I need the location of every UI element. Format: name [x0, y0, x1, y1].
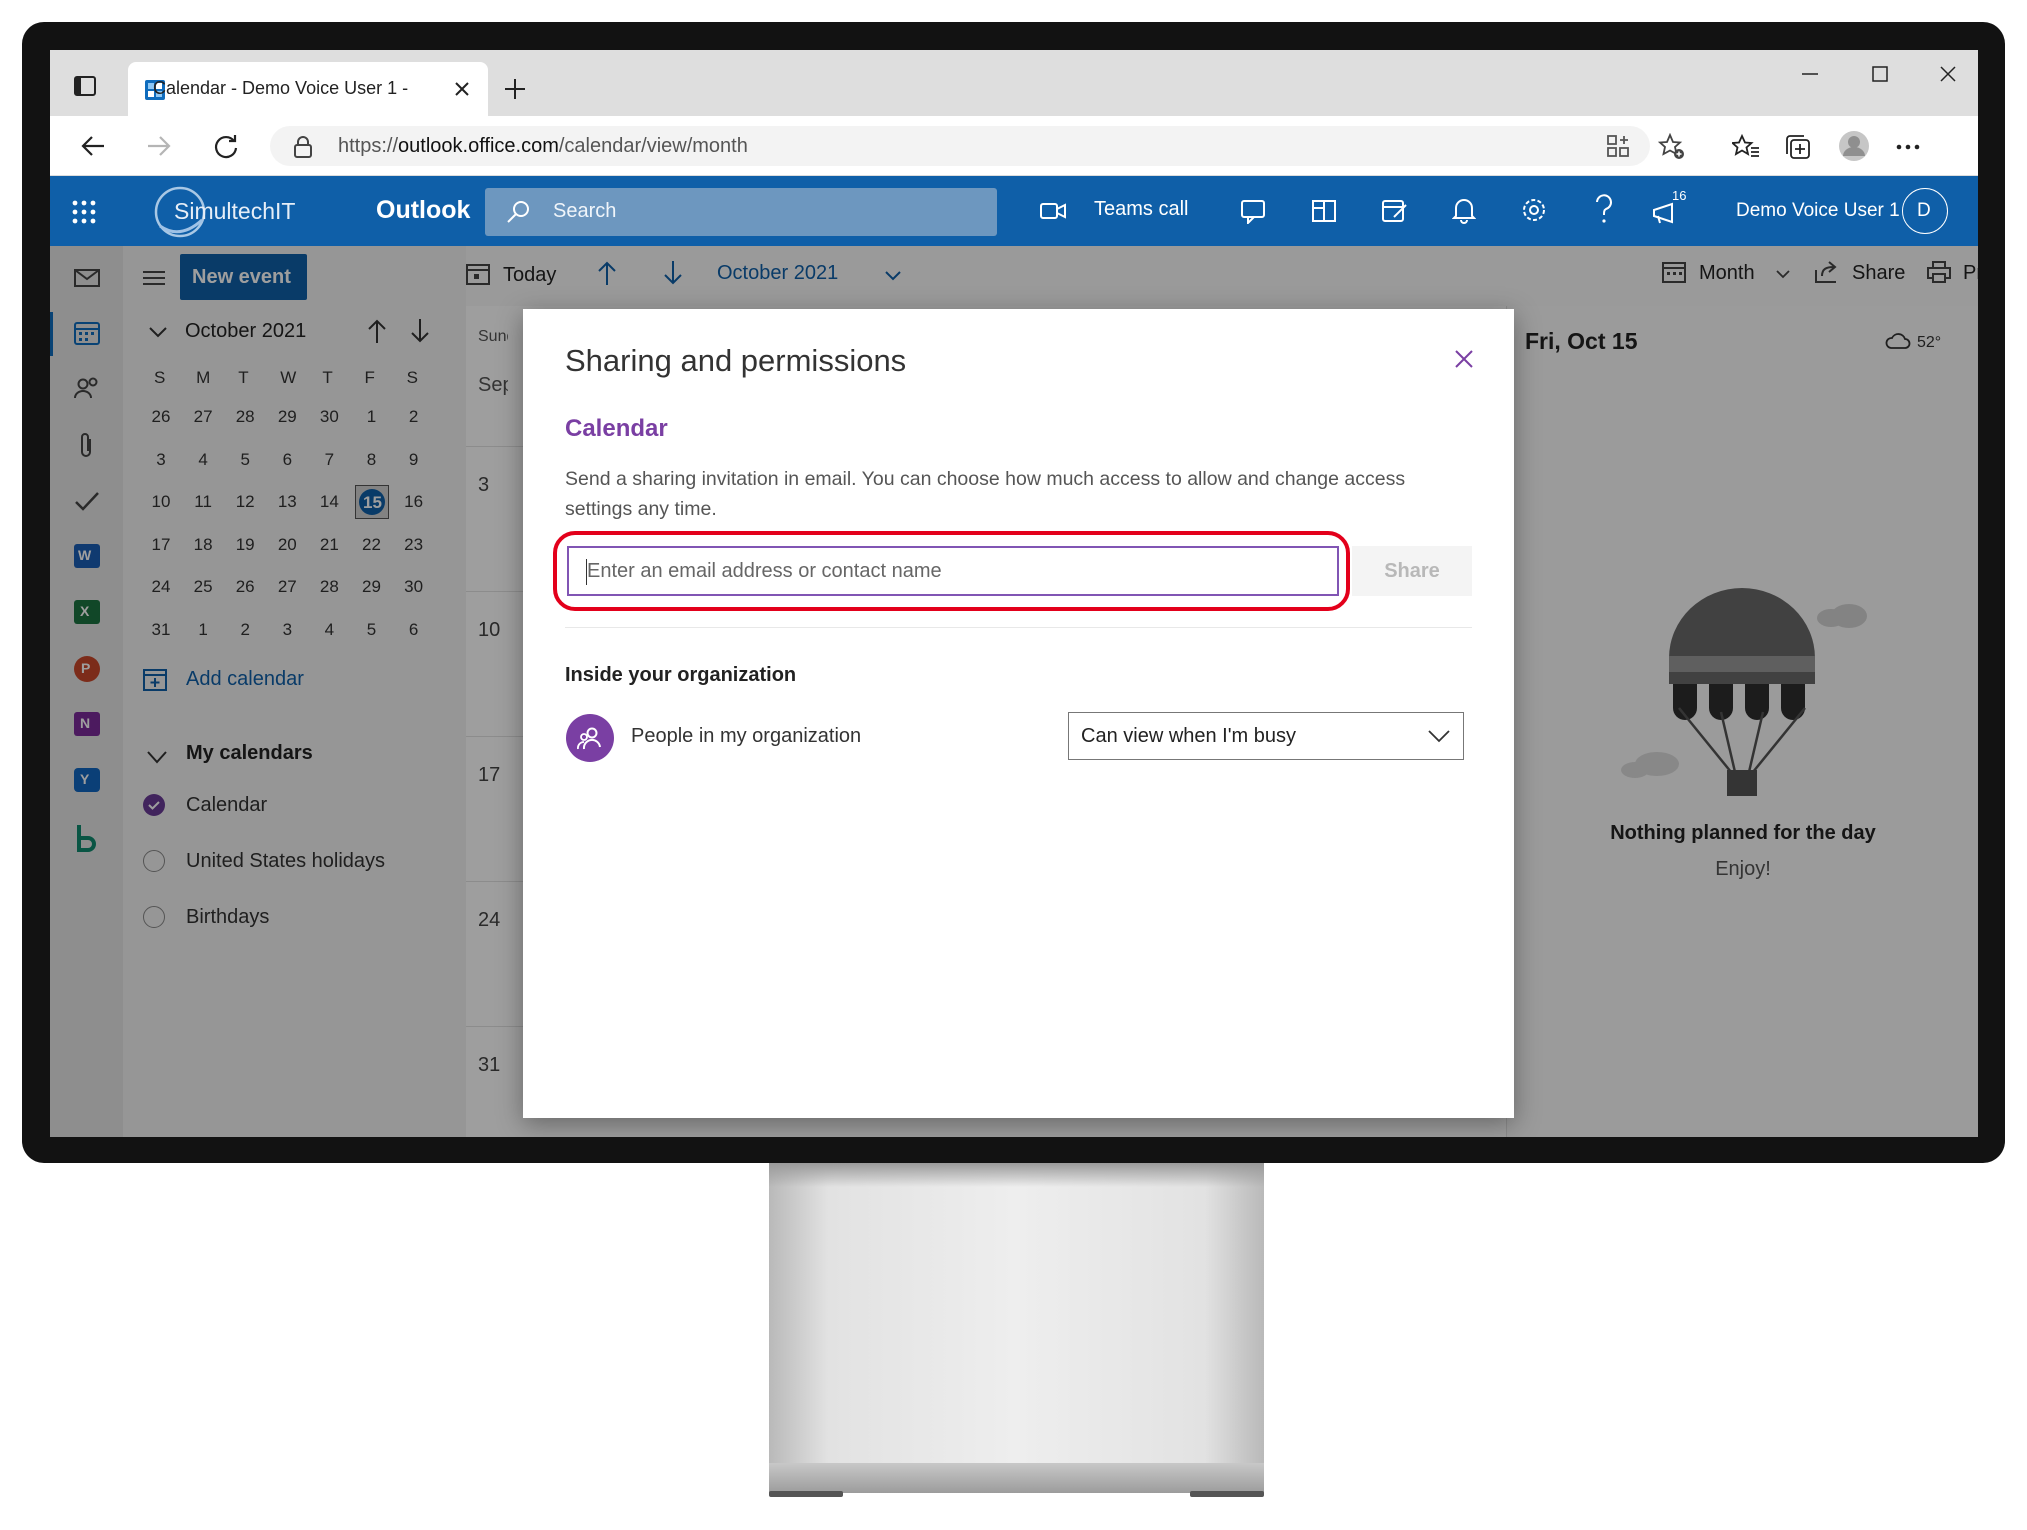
notification-count-badge: 16	[1672, 188, 1687, 203]
profile-avatar-icon[interactable]	[1838, 130, 1870, 162]
office-icon[interactable]	[1310, 198, 1338, 224]
search-placeholder: Search	[553, 200, 617, 222]
dialog-title: Sharing and permissions	[565, 343, 907, 378]
collections-icon[interactable]	[1784, 134, 1812, 160]
more-options-icon[interactable]	[1896, 144, 1920, 150]
tab-actions-icon[interactable]	[74, 76, 96, 96]
dialog-description: Send a sharing invitation in email. You …	[565, 468, 1406, 520]
screen: Calendar - Demo Voice User 1 - Outlook	[50, 50, 1978, 1137]
sharing-permissions-dialog: Sharing and permissions Calendar Send a …	[523, 309, 1514, 1118]
search-box[interactable]: Search	[485, 188, 997, 236]
my-day-icon[interactable]	[1380, 196, 1408, 224]
video-camera-icon	[1040, 202, 1066, 220]
organization-heading: Inside your organization	[565, 664, 797, 686]
permission-selected-value: Can view when I'm busy	[1081, 725, 1297, 747]
dialog-share-button[interactable]: Share	[1352, 546, 1472, 596]
monitor-stand-shadow	[769, 1163, 1264, 1187]
user-name[interactable]: Demo Voice User 1	[1736, 200, 1900, 222]
user-avatar[interactable]: D	[1902, 188, 1948, 234]
people-group-icon	[577, 725, 603, 751]
teams-call-button[interactable]: Teams call	[1094, 198, 1188, 221]
new-tab-icon[interactable]	[504, 78, 526, 100]
url-text: https://outlook.office.com/calendar/view…	[338, 135, 748, 157]
search-icon	[505, 200, 531, 224]
chat-icon[interactable]	[1240, 198, 1268, 224]
feedback-megaphone-icon[interactable]	[1652, 202, 1682, 224]
maximize-icon[interactable]	[1872, 66, 1888, 82]
monitor-stand-foot	[769, 1463, 1264, 1493]
brand-logo-text: SimultechIT	[174, 198, 296, 224]
tab-close-icon[interactable]	[454, 81, 470, 97]
permission-dropdown[interactable]: Can view when I'm busy	[1068, 712, 1464, 760]
browser-tab-bar: Calendar - Demo Voice User 1 - Outlook	[50, 50, 1978, 116]
annotation-highlight-box	[553, 531, 1350, 611]
monitor-stand	[769, 1163, 1264, 1493]
forward-arrow-icon[interactable]	[146, 134, 172, 158]
organization-avatar	[566, 714, 614, 762]
settings-gear-icon[interactable]	[1520, 196, 1548, 224]
dialog-close-icon[interactable]	[1454, 349, 1474, 369]
avatar-initial: D	[1917, 200, 1931, 221]
stand-foot-pad-left	[769, 1491, 843, 1497]
organization-name: People in my organization	[631, 725, 862, 747]
outlook-header: SimultechIT Outlook Search Teams call 16…	[50, 176, 1978, 246]
tab-title: Calendar - Demo Voice User 1 - Outlook	[153, 78, 413, 98]
notifications-bell-icon[interactable]	[1452, 196, 1476, 224]
dialog-divider	[565, 627, 1472, 628]
minimize-icon[interactable]	[1802, 72, 1818, 76]
refresh-icon[interactable]	[212, 132, 240, 160]
back-arrow-icon[interactable]	[80, 134, 106, 158]
app-launcher-icon[interactable]	[72, 200, 96, 224]
dropdown-chevron-icon	[1427, 729, 1451, 743]
favorites-icon[interactable]	[1732, 134, 1760, 160]
browser-address-bar: https://outlook.office.com/calendar/view…	[50, 116, 1978, 176]
app-name[interactable]: Outlook	[376, 196, 470, 225]
lock-icon[interactable]	[294, 136, 312, 158]
app-available-icon[interactable]	[1606, 134, 1630, 158]
window-close-icon[interactable]	[1940, 66, 1956, 82]
stand-foot-pad-right	[1190, 1491, 1264, 1497]
help-question-icon[interactable]	[1594, 194, 1614, 224]
add-favorite-icon[interactable]	[1658, 133, 1686, 161]
dialog-calendar-name: Calendar	[565, 415, 668, 442]
